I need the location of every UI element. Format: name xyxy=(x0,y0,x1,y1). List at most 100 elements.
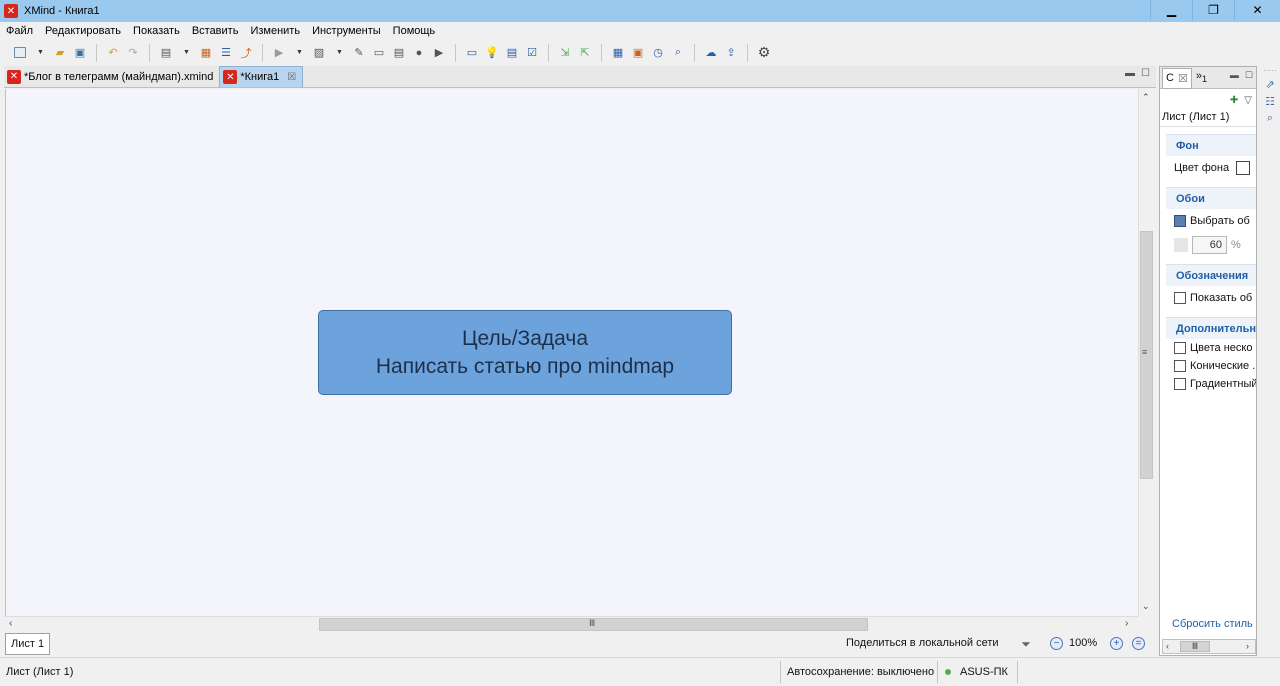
properties-panel: С ☒ »1 ▬ ☐ ✚ ▽ Лист (Лист 1) Фон Цвет фо… xyxy=(1159,66,1257,656)
menu-tools[interactable]: Инструменты xyxy=(306,25,387,37)
menu-edit[interactable]: Редактировать xyxy=(39,25,127,37)
share-local-network-link[interactable]: Поделиться в локальной сети xyxy=(846,637,999,649)
autosave-status[interactable]: Автосохранение: выключено xyxy=(787,666,934,678)
task-icon[interactable]: ☑ xyxy=(524,45,540,61)
multi-colors-checkbox[interactable] xyxy=(1174,342,1186,354)
fishbone-view-icon[interactable]: ▣ xyxy=(630,45,646,61)
background-color-label: Цвет фона xyxy=(1174,162,1230,174)
scroll-right-icon[interactable]: › xyxy=(1246,641,1249,651)
presentation-icon[interactable]: ▶ xyxy=(431,45,447,61)
close-tab-icon[interactable]: ☒ xyxy=(287,72,296,83)
undo-icon[interactable]: ↶ xyxy=(105,45,121,61)
tab-properties[interactable]: С ☒ xyxy=(1162,67,1192,89)
choose-wallpaper-button[interactable]: Выбрать об xyxy=(1190,215,1250,227)
gradient-checkbox[interactable] xyxy=(1174,378,1186,390)
marker-dropdown-icon[interactable]: ▼ xyxy=(291,45,307,61)
outline-view-icon[interactable]: ☷ xyxy=(1263,95,1277,109)
zoom-in-icon[interactable]: + xyxy=(1110,637,1123,650)
topic-dropdown-icon[interactable]: ▼ xyxy=(178,45,194,61)
comment-icon[interactable]: ▭ xyxy=(464,45,480,61)
upload-icon[interactable]: ☁ xyxy=(703,45,719,61)
properties-horizontal-scrollbar[interactable]: ‹ Ⅲ › xyxy=(1162,639,1256,654)
maximize-pane-icon[interactable]: ☐ xyxy=(1141,68,1150,79)
show-legend-row[interactable]: Показать об xyxy=(1160,286,1256,310)
menu-modify[interactable]: Изменить xyxy=(244,25,306,37)
scroll-left-icon[interactable]: ‹ xyxy=(1166,641,1169,651)
scroll-left-icon[interactable]: ‹ xyxy=(9,618,12,629)
gear-icon[interactable]: ⚙ xyxy=(756,44,772,61)
scroll-up-icon[interactable]: ⌃ xyxy=(1142,92,1150,103)
maximize-panel-icon[interactable]: ☐ xyxy=(1245,70,1253,81)
zoom-reset-icon[interactable]: = xyxy=(1132,637,1145,650)
tapered-row[interactable]: Конические . xyxy=(1160,357,1256,375)
section-wallpaper[interactable]: Обои xyxy=(1166,187,1256,209)
restore-view-icon[interactable]: ⇗ xyxy=(1263,78,1277,92)
image-dropdown-icon[interactable]: ▼ xyxy=(331,45,347,61)
opacity-input[interactable]: 60 xyxy=(1192,236,1227,254)
scroll-right-icon[interactable]: › xyxy=(1125,618,1128,629)
image-icon[interactable]: ▨ xyxy=(311,45,327,61)
structure-icon[interactable]: ▤ xyxy=(504,45,520,61)
sheet-tab[interactable]: Лист 1 xyxy=(5,633,51,655)
tab-blog-telegram[interactable]: ✕ *Блог в телеграмм (майндмап).xmind xyxy=(4,66,219,87)
canvas-horizontal-scrollbar[interactable]: ‹ Ⅲ › xyxy=(5,616,1138,631)
tab-kniga1[interactable]: ✕ *Книга1 ☒ xyxy=(219,66,304,87)
save-icon[interactable]: ▣ xyxy=(72,45,88,61)
attachment-icon[interactable]: ✎ xyxy=(351,45,367,61)
notes-icon[interactable]: ▤ xyxy=(391,45,407,61)
relationship-icon[interactable]: ⤴ xyxy=(238,45,254,61)
clock-icon[interactable]: ◷ xyxy=(650,45,666,61)
canvas-vertical-scrollbar[interactable]: ⌃ ≡ ⌄ xyxy=(1138,89,1154,616)
minimize-pane-icon[interactable]: ▬ xyxy=(1125,68,1135,79)
idea-bulb-icon[interactable]: 💡 xyxy=(484,45,500,61)
new-style-icon[interactable]: ✚ xyxy=(1230,95,1238,106)
toolbar-separator xyxy=(694,43,695,62)
menu-file[interactable]: Файл xyxy=(0,25,39,37)
show-legend-checkbox[interactable] xyxy=(1174,292,1186,304)
multi-colors-row[interactable]: Цвета неско xyxy=(1160,339,1256,357)
new-file-icon[interactable] xyxy=(12,45,28,61)
filter-icon[interactable]: ⏷ xyxy=(1017,635,1035,653)
opacity-slider-icon[interactable] xyxy=(1174,238,1188,252)
marker-icon[interactable]: ▶ xyxy=(271,45,287,61)
gradient-row[interactable]: Градиентный xyxy=(1160,375,1256,393)
topic-icon[interactable]: ▤ xyxy=(158,45,174,61)
section-background[interactable]: Фон xyxy=(1166,134,1256,156)
choose-wallpaper-row[interactable]: Выбрать об xyxy=(1160,209,1256,233)
scroll-down-icon[interactable]: ⌄ xyxy=(1142,601,1150,612)
properties-scroll-thumb[interactable]: Ⅲ xyxy=(1180,641,1210,652)
tapered-checkbox[interactable] xyxy=(1174,360,1186,372)
new-dropdown-icon[interactable]: ▼ xyxy=(32,45,48,61)
menu-insert[interactable]: Вставить xyxy=(186,25,245,37)
redo-icon[interactable]: ↷ xyxy=(125,45,141,61)
export-icon[interactable]: ⇪ xyxy=(723,45,739,61)
menu-view[interactable]: Показать xyxy=(127,25,186,37)
audio-icon[interactable]: ● xyxy=(411,45,427,61)
zoom-out-icon[interactable]: − xyxy=(1050,637,1063,650)
drill-down-icon[interactable]: ⇲ xyxy=(557,45,573,61)
search-icon[interactable]: ⌕ xyxy=(1263,112,1277,126)
toolbar-separator xyxy=(149,43,150,62)
minimize-panel-icon[interactable]: ▬ xyxy=(1230,70,1239,81)
minimize-button[interactable]: ▁ xyxy=(1150,0,1192,20)
close-tab-icon[interactable]: ☒ xyxy=(1178,72,1188,85)
reset-style-link[interactable]: Сбросить стиль xyxy=(1172,618,1253,630)
menu-help[interactable]: Помощь xyxy=(387,25,442,37)
drill-up-icon[interactable]: ⇱ xyxy=(577,45,593,61)
view-menu-icon[interactable]: ▽ xyxy=(1244,95,1252,106)
background-color-swatch[interactable] xyxy=(1236,161,1251,175)
zoom-level[interactable]: 100% xyxy=(1069,637,1097,649)
close-window-button[interactable]: ✕ xyxy=(1234,0,1280,20)
outline-view-icon[interactable]: ▦ xyxy=(610,45,626,61)
tab-overflow[interactable]: »1 xyxy=(1196,70,1207,84)
central-topic[interactable]: Цель/Задача Написать статью про mindmap xyxy=(318,310,732,395)
scroll-grip-icon: ≡ xyxy=(1142,347,1148,357)
subtopic-icon[interactable]: ▦ xyxy=(198,45,214,61)
zoom-fit-icon[interactable]: ⌕ xyxy=(670,45,686,61)
boundary-icon[interactable]: ▭ xyxy=(371,45,387,61)
maximize-button[interactable]: ❐ xyxy=(1192,0,1234,20)
open-folder-icon[interactable]: ▰ xyxy=(52,45,68,61)
section-legend[interactable]: Обозначения xyxy=(1166,264,1256,286)
detached-topic-icon[interactable]: ☰ xyxy=(218,45,234,61)
section-advanced[interactable]: Дополнительно xyxy=(1166,317,1256,339)
